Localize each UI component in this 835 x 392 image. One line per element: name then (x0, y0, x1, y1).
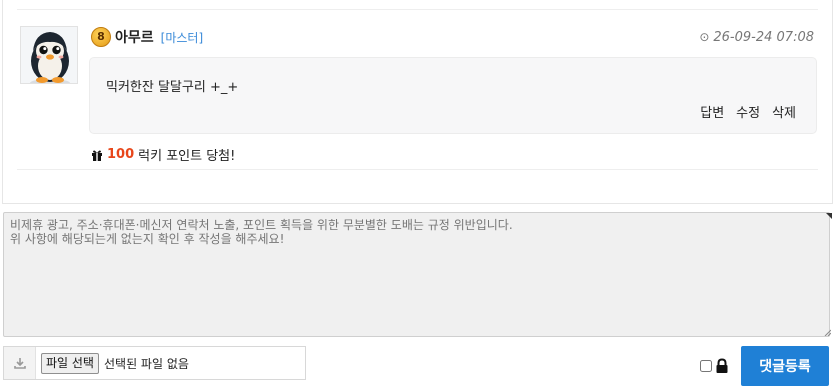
comment-date: ⊙ 26-09-24 07:08 (699, 27, 814, 47)
level-badge-icon: 8 (91, 27, 111, 47)
file-status: 선택된 파일 없음 (103, 356, 189, 371)
penguin-avatar-icon (30, 32, 70, 83)
edit-button[interactable]: 수정 (736, 102, 760, 121)
comment-input[interactable] (3, 212, 830, 337)
clock-icon: ⊙ (699, 30, 710, 44)
download-icon (4, 347, 36, 379)
delete-button[interactable]: 삭제 (772, 102, 796, 121)
comment-panel: 8 아무르 [마스터] ⊙ 26-09-24 07:08 믹커한잔 달달구리 +_… (2, 0, 833, 204)
secret-checkbox[interactable] (700, 360, 712, 372)
comment-actions: 답변 수정 삭제 (700, 102, 796, 121)
author-nickname[interactable]: 아무르 (115, 27, 154, 47)
file-select-button[interactable]: 파일 선택 (41, 352, 99, 374)
avatar[interactable] (20, 26, 78, 84)
lucky-points-text: 럭키 포인트 당첨! (138, 149, 236, 164)
author-grade: [마스터] (160, 30, 204, 45)
reply-button[interactable]: 답변 (700, 102, 724, 121)
corner-marker (826, 213, 832, 219)
comment-meta: 8 아무르 [마스터] (91, 27, 203, 47)
gift-icon (92, 150, 102, 161)
lucky-points-value: 100 (107, 147, 135, 162)
comment-bubble: 믹커한잔 달달구리 +_+ 답변 수정 삭제 (89, 57, 817, 134)
lock-icon (716, 358, 728, 373)
lucky-points: 100 럭키 포인트 당첨! (91, 145, 235, 164)
divider (17, 169, 818, 170)
submit-comment-button[interactable]: 댓글등록 (741, 346, 829, 386)
secret-option (700, 358, 729, 374)
comment-body: 믹커한잔 달달구리 +_+ (106, 80, 239, 95)
resize-grip-icon[interactable] (824, 329, 831, 336)
comment-date-text: 26-09-24 07:08 (713, 30, 814, 45)
file-upload-field: 파일 선택 선택된 파일 없음 (3, 346, 306, 380)
divider (17, 9, 818, 10)
